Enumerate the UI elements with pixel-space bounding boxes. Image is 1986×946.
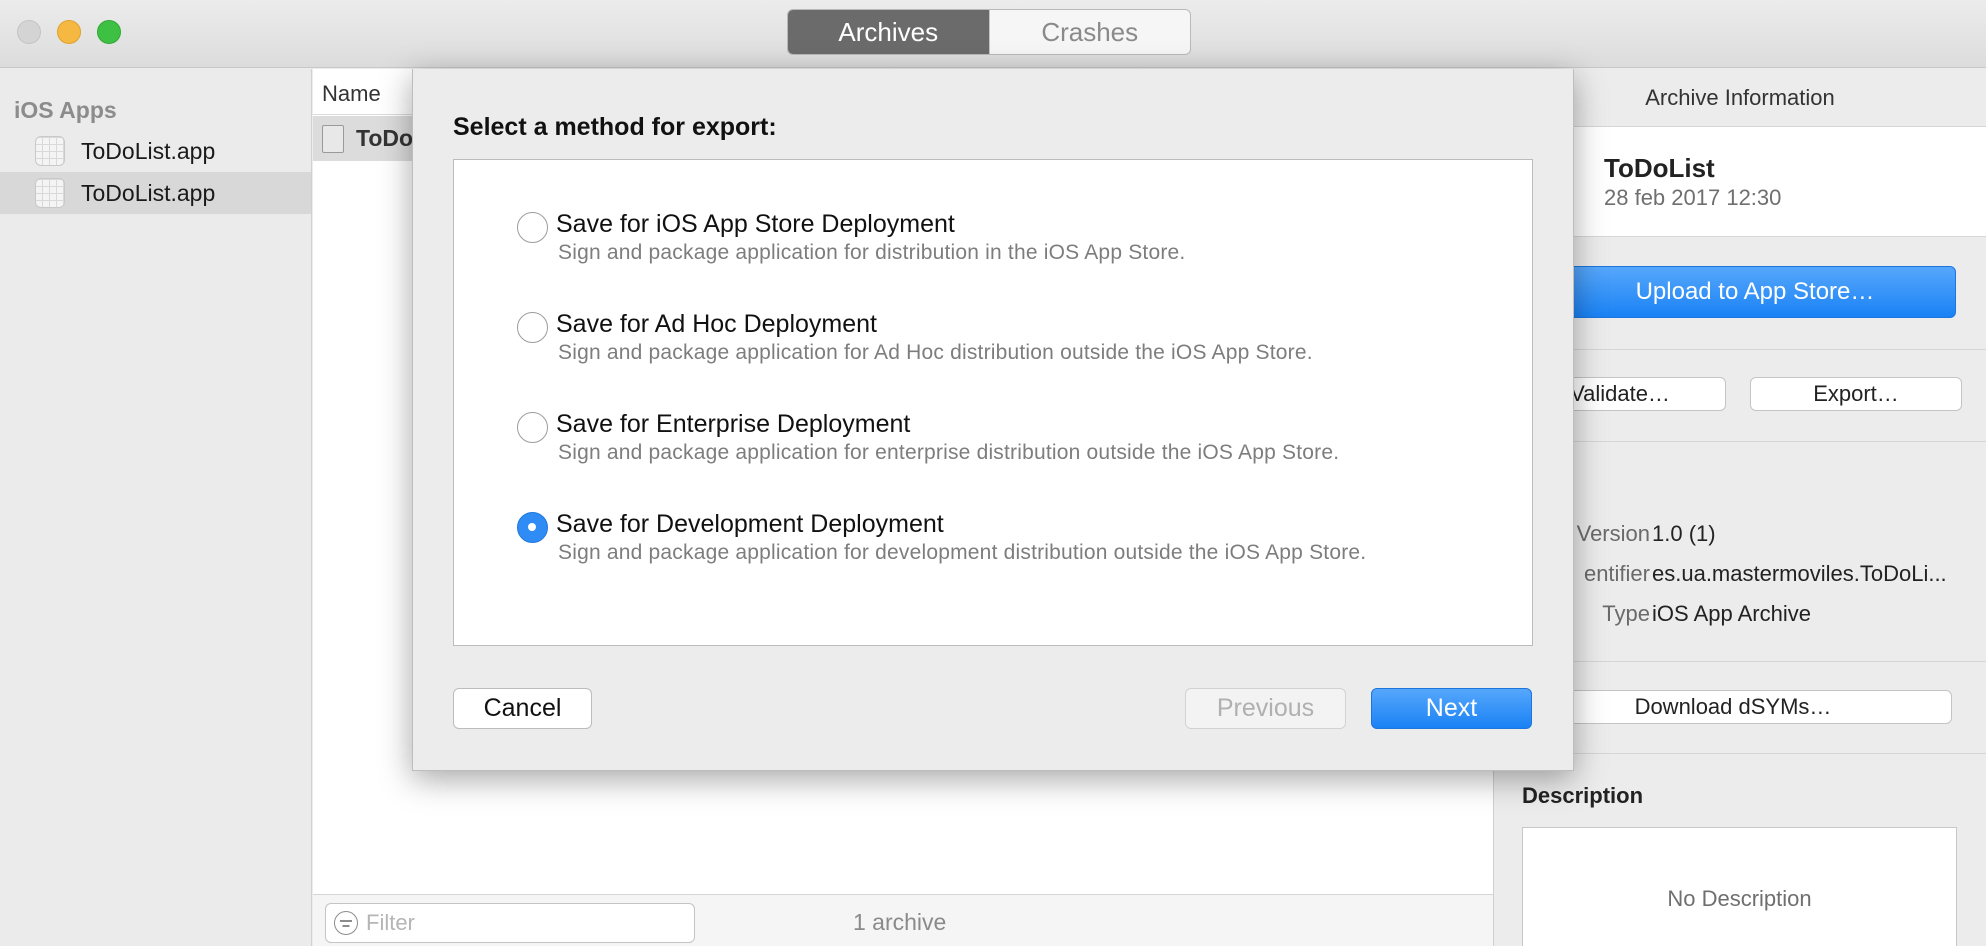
filter-field[interactable] [325,903,695,943]
option-title: Save for Enterprise Deployment [556,410,911,438]
download-dsyms-button[interactable]: Download dSYMs… [1514,690,1952,724]
radio-button[interactable] [517,212,548,243]
option-title: Save for iOS App Store Deployment [556,210,955,238]
property-value: iOS App Archive [1652,601,1811,626]
property-value: 1.0 (1) [1652,521,1716,546]
row-label: ToDo [356,125,414,151]
tab-archives[interactable]: Archives [788,10,989,54]
option-description: Sign and package application for distrib… [558,241,1186,264]
radio-button[interactable] [517,312,548,343]
option-title: Save for Development Deployment [556,510,944,538]
previous-button[interactable]: Previous [1185,688,1346,729]
app-icon [35,178,65,208]
cancel-button[interactable]: Cancel [453,688,592,729]
view-segmented-control: Archives Crashes [787,9,1191,55]
export-options: Save for iOS App Store Deployment Sign a… [453,159,1533,646]
archive-name: ToDoList [1604,153,1715,183]
archive-date: 28 feb 2017 12:30 [1604,185,1782,210]
description-box[interactable]: No Description [1522,827,1957,946]
sidebar-item-label: ToDoList.app [81,137,216,164]
option-description: Sign and package application for develop… [558,541,1367,564]
export-button[interactable]: Export… [1750,377,1962,411]
sheet-title: Select a method for export: [453,113,777,141]
sidebar-heading: iOS Apps [14,97,117,123]
radio-button-selected[interactable] [517,512,548,543]
option-title: Save for Ad Hoc Deployment [556,310,877,338]
minimize-window-button[interactable] [57,20,81,44]
description-heading: Description [1522,783,1644,808]
zoom-window-button[interactable] [97,20,121,44]
tab-crashes[interactable]: Crashes [988,10,1190,54]
list-footer: 1 archive [313,894,1493,946]
property-key: Type [1602,601,1650,626]
sidebar-item-label: ToDoList.app [81,179,216,206]
column-header-name[interactable]: Name [322,81,381,107]
sidebar-item-todolist-app[interactable]: ToDoList.app [0,130,311,172]
close-window-button[interactable] [17,20,41,44]
archive-count: 1 archive [853,909,947,935]
property-value: es.ua.mastermoviles.ToDoLi... [1652,561,1947,586]
filter-input[interactable] [366,910,666,936]
upload-to-app-store-button[interactable]: Upload to App Store… [1554,266,1956,318]
filter-icon [334,911,358,935]
radio-button[interactable] [517,412,548,443]
sidebar: iOS Apps ToDoList.app ToDoList.app [0,69,312,946]
archive-icon [322,124,344,153]
next-button[interactable]: Next [1371,688,1532,729]
description-text: No Description [1667,886,1812,911]
option-description: Sign and package application for Ad Hoc … [558,341,1313,364]
option-description: Sign and package application for enterpr… [558,441,1340,464]
property-key: entifier [1583,561,1650,586]
sidebar-item-todolist-app-selected[interactable]: ToDoList.app [0,172,311,214]
property-key: Version [1576,521,1650,546]
title-bar: Archives Crashes [0,0,1986,68]
app-icon [35,136,65,166]
export-sheet: Select a method for export: Save for iOS… [412,69,1574,771]
